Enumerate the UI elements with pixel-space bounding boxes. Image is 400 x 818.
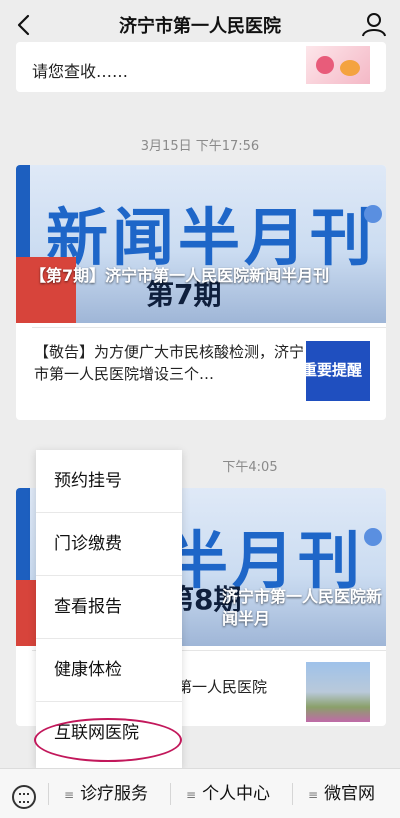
banner-dot — [364, 528, 382, 546]
keyboard-icon[interactable] — [12, 785, 36, 809]
tab-label: 微官网 — [324, 784, 376, 804]
article-title: 济宁市第一人民医院新闻半月 — [222, 587, 383, 628]
menu-lines-icon: ≡ — [64, 788, 75, 802]
message-thumbnail — [306, 46, 370, 84]
menu-item-view-report[interactable]: 查看报告 — [36, 576, 182, 639]
article-sub-thumbnail: 重要提醒 — [306, 341, 370, 401]
article-sub-title: 【敬告】为方便广大市民核酸检测，济宁市第一人民医院增设三个… — [34, 343, 305, 383]
bottom-menu-bar: ≡ 诊疗服务 ≡ 个人中心 ≡ 微官网 — [0, 768, 400, 818]
thumbnail-text: 重要提醒 — [306, 361, 363, 379]
article-sub-thumbnail — [306, 662, 370, 722]
article-card[interactable]: 新闻半月刊 第7期 【第7期】济宁市第一人民医院新闻半月刊 【敬告】为方便广大市… — [16, 165, 386, 420]
article-sub-item[interactable]: 【敬告】为方便广大市民核酸检测，济宁市第一人民医院增设三个… 重要提醒 — [16, 335, 386, 405]
tab-label: 诊疗服务 — [80, 784, 149, 804]
article-title: 【第7期】济宁市第一人民医院新闻半月刊 — [30, 266, 330, 285]
user-icon[interactable] — [360, 10, 388, 38]
article-banner[interactable]: 新闻半月刊 第7期 【第7期】济宁市第一人民医院新闻半月刊 — [16, 165, 386, 323]
menu-item-health-checkup[interactable]: 健康体检 — [36, 639, 182, 702]
banner-dot — [364, 205, 382, 223]
tab-clinical-services[interactable]: ≡ 诊疗服务 — [64, 769, 148, 818]
page-title: 济宁市第一人民医院 — [119, 16, 281, 37]
menu-lines-icon: ≡ — [308, 788, 319, 802]
divider — [48, 783, 49, 805]
message-card[interactable]: 请您查收…… — [16, 42, 386, 92]
divider — [170, 783, 171, 805]
tab-micro-website[interactable]: ≡ 微官网 — [308, 769, 375, 818]
menu-lines-icon: ≡ — [186, 788, 197, 802]
menu-item-appointment[interactable]: 预约挂号 — [36, 450, 182, 513]
banner-headline: 新闻半月刊 — [46, 201, 377, 274]
divider — [32, 327, 386, 328]
menu-item-outpatient-payment[interactable]: 门诊缴费 — [36, 513, 182, 576]
tab-label: 个人中心 — [202, 784, 271, 804]
highlight-circle — [34, 718, 182, 762]
tab-personal-center[interactable]: ≡ 个人中心 — [186, 769, 270, 818]
message-text: 请您查收…… — [32, 62, 129, 81]
divider — [292, 783, 293, 805]
message-timestamp: 3月15日 下午17:56 — [140, 139, 260, 154]
